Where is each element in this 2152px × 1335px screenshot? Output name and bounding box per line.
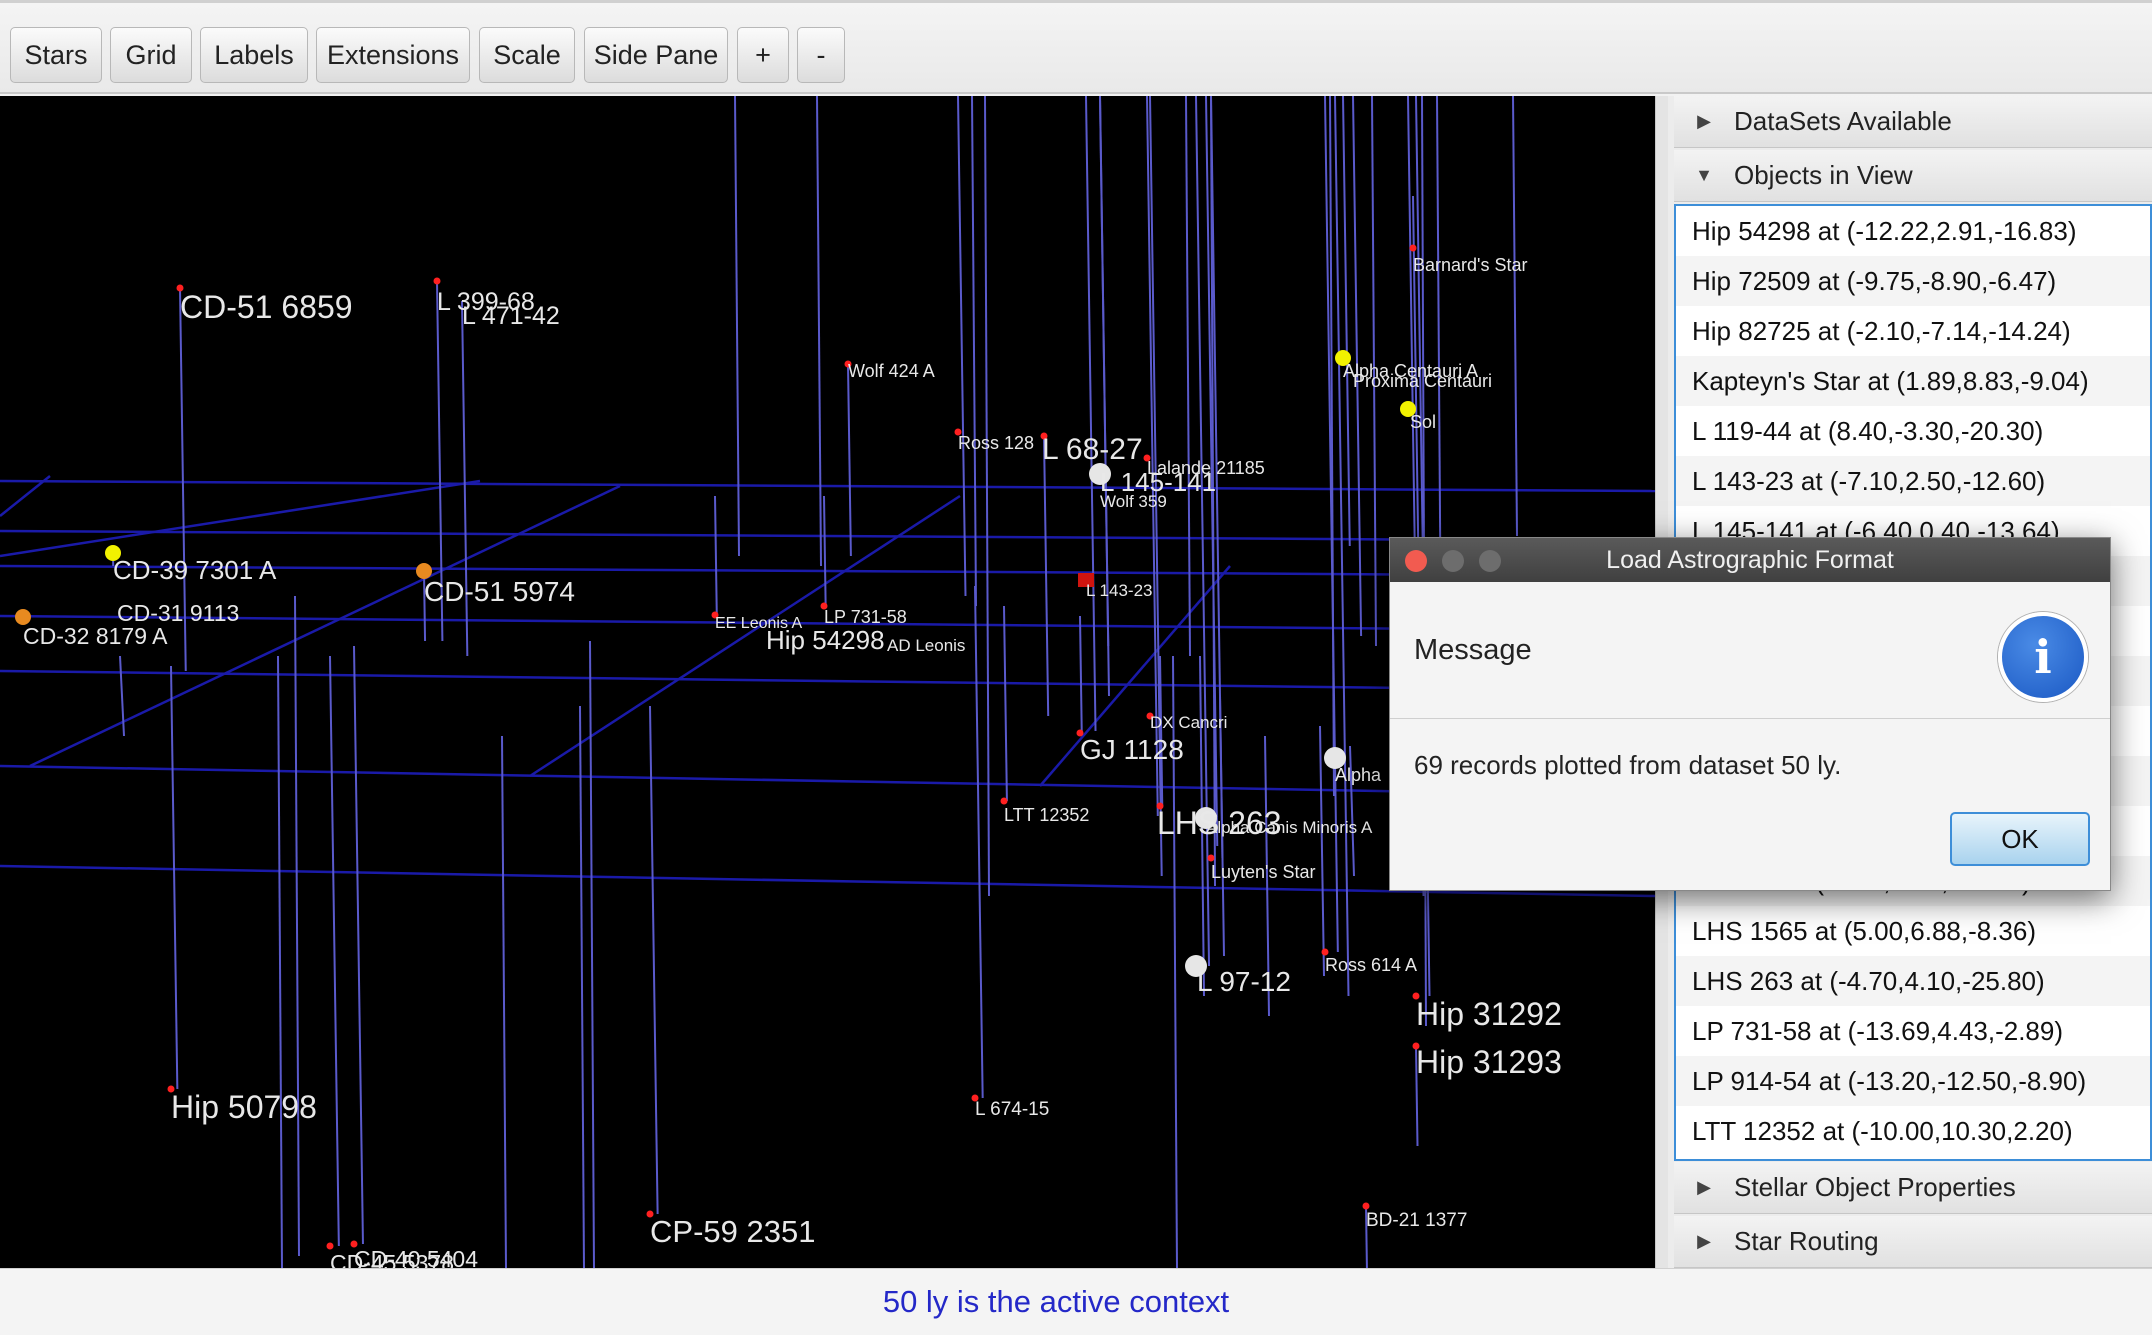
stellar-object-properties-label: Stellar Object Properties [1734, 1172, 2016, 1203]
star-stem [330, 656, 339, 1246]
star-label[interactable]: CD-51 5974 [424, 576, 575, 607]
star-routing-label: Star Routing [1734, 1226, 1879, 1257]
stars-button[interactable]: Stars [10, 27, 102, 83]
star-label[interactable]: Wolf 424 A [848, 361, 935, 381]
star-stem [824, 496, 826, 606]
zoom-in-button[interactable]: + [737, 27, 789, 83]
labels-button[interactable]: Labels [200, 27, 308, 83]
star-stem [650, 706, 658, 1214]
star-stem [1080, 616, 1082, 733]
star-label[interactable]: Hip 54298 [766, 625, 885, 655]
star-label[interactable]: L 143-23 [1086, 581, 1152, 600]
object-list-item[interactable]: LP 731-58 at (-13.69,4.43,-2.89) [1676, 1006, 2150, 1056]
star-label[interactable]: Ross 614 A [1325, 955, 1417, 975]
star-stem [171, 666, 177, 1089]
extensions-button[interactable]: Extensions [316, 27, 470, 83]
star-stem [1343, 96, 1350, 546]
dialog-message: 69 records plotted from dataset 50 ly. [1414, 750, 1841, 781]
info-icon: i [1998, 612, 2088, 702]
collapsed-arrow-icon: ▶ [1674, 1231, 1734, 1252]
star-label[interactable]: Barnard's Star [1413, 255, 1528, 275]
toolbar: Stars Grid Labels Extensions Scale Side … [0, 0, 2152, 94]
star-label[interactable]: Luyten's Star [1211, 862, 1316, 882]
star-stem [848, 364, 851, 556]
star-label[interactable]: CD-32 8179 A [23, 623, 168, 649]
star-label[interactable]: Wolf 359 [1100, 492, 1167, 511]
star-stem [1086, 96, 1096, 731]
star-stem [354, 646, 363, 1244]
object-list-item[interactable]: LHS 263 at (-4.70,4.10,-25.80) [1676, 956, 2150, 1006]
dialog-header-text: Message [1414, 634, 1532, 667]
stellar-object-properties-header[interactable]: ▶ Stellar Object Properties [1674, 1162, 2152, 1214]
object-list-item[interactable]: Hip 72509 at (-9.75,-8.90,-6.47) [1676, 256, 2150, 306]
star-marker[interactable] [434, 278, 441, 285]
message-dialog: Load Astrographic Format Message i 69 re… [1389, 537, 2111, 891]
status-bar: 50 ly is the active context [0, 1268, 2152, 1335]
star-label[interactable]: CD-45 5378 [330, 1250, 454, 1268]
star-label[interactable]: Alpha [1335, 765, 1382, 785]
star-label[interactable]: L 68-27 [1042, 433, 1143, 466]
dialog-title-bar[interactable]: Load Astrographic Format [1390, 538, 2110, 582]
star-label[interactable]: AD Leonis [887, 636, 965, 655]
minimize-window-button[interactable] [1442, 550, 1464, 572]
expanded-arrow-icon: ▼ [1674, 165, 1734, 186]
star-label[interactable]: L 471-42 [462, 302, 560, 330]
star-stem [975, 586, 983, 1098]
star-stem [1044, 436, 1048, 716]
object-list-item[interactable]: Hip 82725 at (-2.10,-7.14,-14.24) [1676, 306, 2150, 356]
star-label[interactable]: GJ 1128 [1080, 734, 1184, 765]
datasets-available-header[interactable]: ▶ DataSets Available [1674, 96, 2152, 148]
star-label[interactable]: BD-21 1377 [1366, 1210, 1467, 1231]
star-marker[interactable] [327, 1243, 334, 1250]
star-stem [958, 96, 966, 596]
star-routing-header[interactable]: ▶ Star Routing [1674, 1216, 2152, 1268]
star-marker[interactable] [1410, 245, 1417, 252]
status-text: 50 ly is the active context [883, 1284, 1229, 1320]
object-list-item[interactable]: LTT 12352 at (-10.00,10.30,2.20) [1676, 1106, 2150, 1156]
side-pane-button[interactable]: Side Pane [584, 27, 728, 83]
star-marker[interactable] [1001, 798, 1008, 805]
star-stem [1100, 96, 1108, 646]
object-list-item[interactable]: Hip 54298 at (-12.22,2.91,-16.83) [1676, 206, 2150, 256]
star-label[interactable]: Hip 50798 [171, 1089, 317, 1125]
star-label[interactable]: Hip 31293 [1416, 1044, 1562, 1080]
star-label[interactable]: Ross 128 [958, 433, 1034, 453]
dialog-header: Message i [1390, 582, 2110, 719]
star-label[interactable]: DX Cancri [1150, 713, 1227, 732]
grid-button[interactable]: Grid [110, 27, 192, 83]
close-window-button[interactable] [1405, 550, 1427, 572]
star-label[interactable]: Alpha Canis Minoris A [1206, 818, 1373, 837]
object-list-item[interactable]: Kapteyn's Star at (1.89,8.83,-9.04) [1676, 356, 2150, 406]
star-label[interactable]: CP-59 2351 [650, 1214, 815, 1249]
object-list-item[interactable]: L 143-23 at (-7.10,2.50,-12.60) [1676, 456, 2150, 506]
star-label[interactable]: Proxima Centauri [1353, 371, 1492, 391]
collapsed-arrow-icon: ▶ [1674, 1177, 1734, 1198]
star-label[interactable]: L 97-12 [1197, 966, 1291, 997]
zoom-out-button[interactable]: - [797, 27, 845, 83]
star-label[interactable]: L 674-15 [975, 1099, 1049, 1120]
star-stem [1004, 606, 1007, 801]
star-label[interactable]: Hip 31292 [1416, 996, 1562, 1032]
scale-button[interactable]: Scale [479, 27, 575, 83]
object-list-item[interactable]: LP 914-54 at (-13.20,-12.50,-8.90) [1676, 1056, 2150, 1106]
star-stem [1408, 96, 1415, 566]
star-label[interactable]: CD-51 6859 [180, 289, 353, 325]
datasets-available-label: DataSets Available [1734, 106, 1952, 137]
objects-in-view-label: Objects in View [1734, 160, 1913, 191]
star-label[interactable]: LP 731-58 [824, 607, 907, 627]
object-list-item[interactable]: LHS 1565 at (5.00,6.88,-8.36) [1676, 906, 2150, 956]
star-marker[interactable] [1208, 855, 1215, 862]
star-label[interactable]: Sol [1410, 412, 1436, 432]
maximize-window-button[interactable] [1479, 550, 1501, 572]
star-label[interactable]: LTT 12352 [1004, 805, 1089, 825]
object-list-item[interactable]: L 119-44 at (8.40,-3.30,-20.30) [1676, 406, 2150, 456]
star-marker[interactable] [1363, 1203, 1370, 1210]
objects-in-view-header[interactable]: ▼ Objects in View [1674, 150, 2152, 202]
star-label[interactable]: CD-39 7301 A [113, 555, 277, 585]
ok-button[interactable]: OK [1950, 812, 2090, 866]
star-stem [715, 496, 717, 615]
collapsed-arrow-icon: ▶ [1674, 111, 1734, 132]
